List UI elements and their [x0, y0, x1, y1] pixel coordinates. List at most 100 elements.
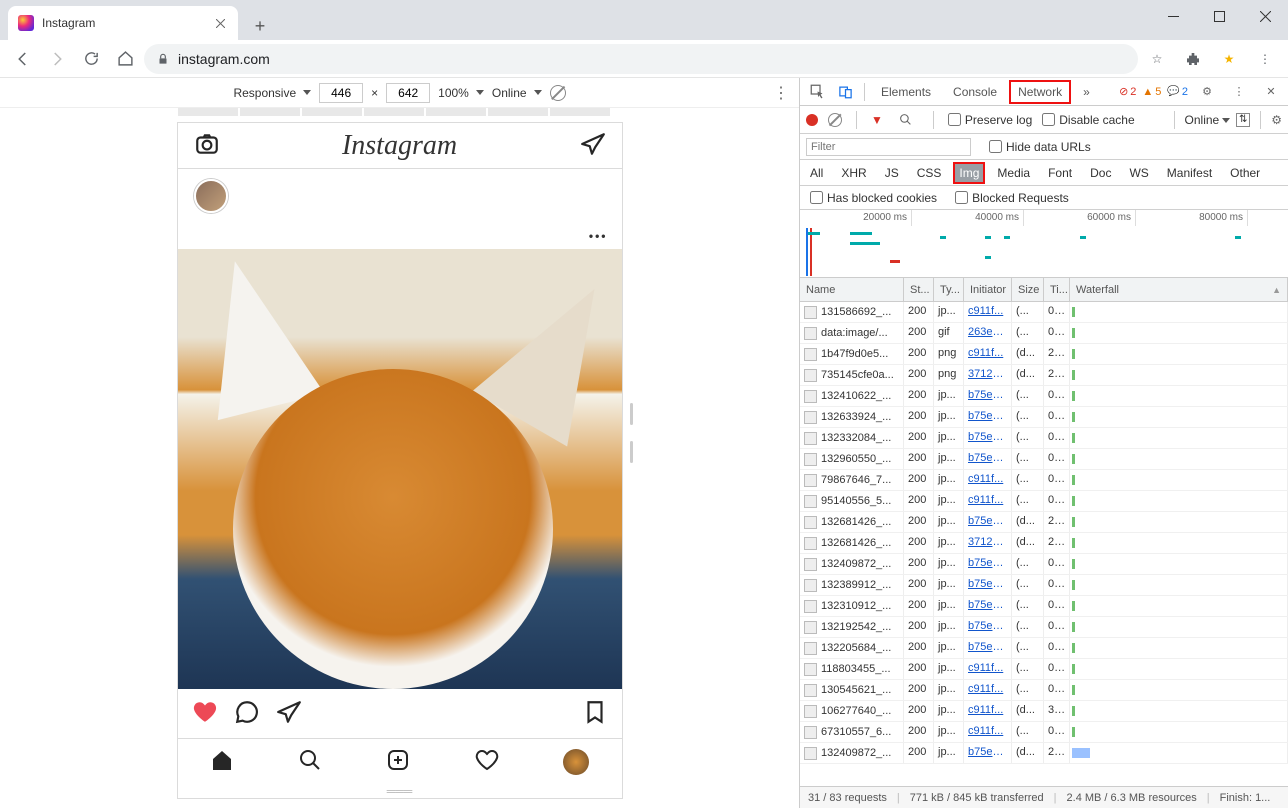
post-image[interactable]	[178, 249, 622, 689]
devtools-close-icon[interactable]: ✕	[1258, 79, 1284, 105]
zoom-select[interactable]: 100%	[438, 86, 484, 100]
instagram-logo[interactable]: Instagram	[342, 130, 457, 162]
network-row[interactable]: 131586692_...200jp...c911f...(...0 ...	[800, 302, 1288, 323]
filter-manifest[interactable]: Manifest	[1163, 164, 1216, 182]
warning-badge[interactable]: 5	[1142, 86, 1161, 98]
profile-nav-icon[interactable]	[563, 749, 589, 775]
network-table-header[interactable]: Name St... Ty... Initiator Size Ti... Wa…	[800, 278, 1288, 302]
network-row[interactable]: 132310912_...200jp...b75e6...(...0 ...	[800, 596, 1288, 617]
browser-tab[interactable]: Instagram	[8, 6, 238, 40]
disable-cache-checkbox[interactable]: Disable cache	[1042, 113, 1134, 127]
home-nav-icon[interactable]	[210, 748, 234, 775]
search-nav-icon[interactable]	[298, 748, 322, 775]
add-nav-icon[interactable]	[386, 748, 410, 775]
tabs-more[interactable]: »	[1073, 79, 1100, 105]
height-input[interactable]	[386, 83, 430, 103]
page-frame[interactable]: Instagram •••	[177, 122, 623, 799]
filter-xhr[interactable]: XHR	[837, 164, 870, 182]
forward-button[interactable]	[42, 44, 72, 74]
network-row[interactable]: 132332084_...200jp...b75e6...(...0 ...	[800, 428, 1288, 449]
user-avatar-icon[interactable]	[194, 179, 228, 213]
network-row[interactable]: 95140556_5...200jp...c911f...(...0 ...	[800, 491, 1288, 512]
online-select[interactable]: Online	[1185, 113, 1231, 127]
device-toggle-icon[interactable]	[832, 79, 858, 105]
post-more-icon[interactable]: •••	[589, 229, 608, 243]
filter-media[interactable]: Media	[993, 164, 1034, 182]
search-icon[interactable]	[893, 107, 919, 133]
bookmark-star-icon[interactable]: ☆	[1142, 44, 1172, 74]
network-row[interactable]: 130545621_...200jp...c911f...(...0 ...	[800, 680, 1288, 701]
browser-menu-button[interactable]: ⋮	[1250, 44, 1280, 74]
comment-icon[interactable]	[234, 699, 260, 728]
network-row[interactable]: 79867646_7...200jp...c911f...(...0 ...	[800, 470, 1288, 491]
window-minimize-button[interactable]	[1150, 0, 1196, 32]
network-table-body[interactable]: 131586692_...200jp...c911f...(...0 ...da…	[800, 302, 1288, 786]
like-icon[interactable]	[192, 699, 218, 728]
hide-data-urls-checkbox[interactable]: Hide data URLs	[989, 140, 1091, 154]
devtools-menu-icon[interactable]: ⋮	[1226, 79, 1252, 105]
blocked-requests-checkbox[interactable]: Blocked Requests	[955, 191, 1069, 205]
blocked-cookies-checkbox[interactable]: Has blocked cookies	[810, 191, 937, 205]
extension-star-icon[interactable]: ★	[1214, 44, 1244, 74]
throttle-select[interactable]: Online	[492, 86, 542, 100]
network-row[interactable]: 132409872_...200jp...b75e6...(...0 ...	[800, 554, 1288, 575]
network-settings-icon[interactable]: ⚙	[1271, 113, 1282, 127]
device-mode-select[interactable]: Responsive	[233, 86, 311, 100]
filter-font[interactable]: Font	[1044, 164, 1076, 182]
network-row[interactable]: 67310557_6...200jp...c911f...(...0 ...	[800, 722, 1288, 743]
new-tab-button[interactable]: +	[246, 12, 274, 40]
preserve-log-checkbox[interactable]: Preserve log	[948, 113, 1032, 127]
rotate-icon[interactable]	[550, 85, 566, 101]
network-row[interactable]: 1b47f9d0e5...200pngc911f...(d...2 ...	[800, 344, 1288, 365]
network-row[interactable]: 132410622_...200jp...b75e6...(...0 ...	[800, 386, 1288, 407]
filter-doc[interactable]: Doc	[1086, 164, 1115, 182]
drag-handle-icon[interactable]: ═══	[178, 784, 622, 798]
filter-all[interactable]: All	[806, 164, 827, 182]
record-button[interactable]	[806, 114, 818, 126]
timeline-overview[interactable]: 20000 ms 40000 ms 60000 ms 80000 ms	[800, 210, 1288, 278]
back-button[interactable]	[8, 44, 38, 74]
net-conditions-icon[interactable]: ⇅	[1236, 113, 1250, 127]
network-row[interactable]: 132960550_...200jp...b75e6...(...0 ...	[800, 449, 1288, 470]
activity-nav-icon[interactable]	[475, 748, 499, 775]
info-badge[interactable]: 2	[1167, 86, 1188, 98]
network-row[interactable]: data:image/...200gif263e0...(...0 ...	[800, 323, 1288, 344]
width-input[interactable]	[319, 83, 363, 103]
network-row[interactable]: 118803455_...200jp...c911f...(...0 ...	[800, 659, 1288, 680]
clear-button[interactable]	[828, 113, 842, 127]
network-row[interactable]: 132205684_...200jp...b75e6...(...0 ...	[800, 638, 1288, 659]
network-row[interactable]: 132389912_...200jp...b75e6...(...0 ...	[800, 575, 1288, 596]
extensions-icon[interactable]	[1178, 44, 1208, 74]
network-row[interactable]: 132681426_...200jp...b75e6...(d...2 ...	[800, 512, 1288, 533]
filter-css[interactable]: CSS	[913, 164, 946, 182]
window-maximize-button[interactable]	[1196, 0, 1242, 32]
send-icon[interactable]	[580, 131, 606, 160]
network-row[interactable]: 132681426_...200jp...37122...(d...2 ...	[800, 533, 1288, 554]
network-row[interactable]: 132409872_...200jp...b75e6...(d...2 ...	[800, 743, 1288, 764]
tab-console[interactable]: Console	[943, 79, 1007, 105]
error-badge[interactable]: 2	[1119, 85, 1136, 98]
filter-input[interactable]	[806, 138, 971, 156]
filter-img[interactable]: Img	[955, 164, 983, 182]
filter-js[interactable]: JS	[881, 164, 903, 182]
window-close-button[interactable]	[1242, 0, 1288, 32]
device-menu-button[interactable]: ⋮	[773, 83, 789, 103]
network-row[interactable]: 132633924_...200jp...b75e6...(...0 ...	[800, 407, 1288, 428]
filter-other[interactable]: Other	[1226, 164, 1264, 182]
home-button[interactable]	[110, 44, 140, 74]
tab-network[interactable]: Network	[1009, 80, 1071, 104]
filter-funnel-icon[interactable]: ▼	[871, 113, 883, 127]
tab-close-button[interactable]	[212, 15, 228, 31]
settings-icon[interactable]: ⚙	[1194, 79, 1220, 105]
network-row[interactable]: 106277640_...200jp...c911f...(d...3 ...	[800, 701, 1288, 722]
address-bar[interactable]: instagram.com	[144, 44, 1138, 74]
filter-ws[interactable]: WS	[1125, 164, 1152, 182]
network-row[interactable]: 132192542_...200jp...b75e6...(...0 ...	[800, 617, 1288, 638]
tab-elements[interactable]: Elements	[871, 79, 941, 105]
inspect-icon[interactable]	[804, 79, 830, 105]
save-icon[interactable]	[582, 699, 608, 728]
story-tray[interactable]	[178, 169, 622, 223]
camera-icon[interactable]	[194, 131, 220, 160]
network-row[interactable]: 735145cfe0a...200png37122...(d...2 ...	[800, 365, 1288, 386]
reload-button[interactable]	[76, 44, 106, 74]
